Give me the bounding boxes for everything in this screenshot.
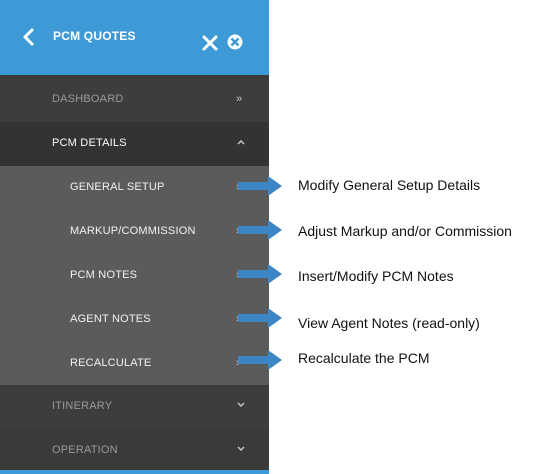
close-icon[interactable] (202, 35, 218, 51)
nav-item-pcm-details[interactable]: PCM DETAILS (0, 122, 269, 166)
nav-subitem-label: RECALCULATE (70, 357, 152, 369)
nav-item-dashboard[interactable]: DASHBOARD » (0, 78, 269, 122)
nav-subitem-markup-commission[interactable]: MARKUP/COMMISSION › (0, 210, 269, 255)
chevron-down-icon (237, 446, 245, 452)
chevron-up-icon (237, 139, 245, 145)
nav-subitem-agent-notes[interactable]: AGENT NOTES › (0, 298, 269, 343)
nav-item-label: DASHBOARD (52, 93, 124, 105)
annotation-general-setup: Modify General Setup Details (298, 177, 481, 193)
callout-arrow-icon (238, 176, 282, 196)
nav-item-operation[interactable]: OPERATION (0, 429, 269, 473)
nav-subitem-recalculate[interactable]: RECALCULATE › (0, 342, 269, 387)
panel-header: PCM QUOTES (0, 0, 269, 75)
nav-item-label: OPERATION (52, 444, 118, 456)
nav-item-itinerary[interactable]: ITINERARY (0, 385, 269, 430)
panel-title: PCM QUOTES (53, 29, 136, 43)
nav-subitem-label: AGENT NOTES (70, 313, 151, 325)
nav-item-label: ITINERARY (52, 400, 113, 412)
nav-subitem-general-setup[interactable]: GENERAL SETUP › (0, 166, 269, 211)
nav-subitem-label: GENERAL SETUP (70, 181, 165, 193)
panel-bottom-accent (0, 470, 269, 474)
callout-arrow-icon (238, 350, 282, 370)
chevron-down-icon (237, 402, 245, 408)
side-panel: PCM QUOTES DASHBOARD » PCM DETAILS GENER… (0, 0, 269, 474)
nav-subitem-pcm-notes[interactable]: PCM NOTES › (0, 254, 269, 299)
annotation-pcm-notes: Insert/Modify PCM Notes (298, 268, 454, 284)
callout-arrow-icon (238, 264, 282, 284)
callout-arrow-icon (238, 308, 282, 328)
annotation-agent-notes: View Agent Notes (read-only) (298, 315, 480, 331)
annotation-markup-commission: Adjust Markup and/or Commission (298, 223, 512, 239)
chevron-double-right-icon: » (236, 93, 243, 105)
annotation-recalculate: Recalculate the PCM (298, 350, 430, 366)
back-arrow-icon[interactable] (17, 25, 41, 49)
nav-subitem-label: PCM NOTES (70, 269, 138, 281)
callout-arrow-icon (238, 220, 282, 240)
nav-subitem-label: MARKUP/COMMISSION (70, 225, 196, 237)
pin-icon[interactable] (227, 34, 243, 50)
nav-item-label: PCM DETAILS (52, 137, 127, 149)
